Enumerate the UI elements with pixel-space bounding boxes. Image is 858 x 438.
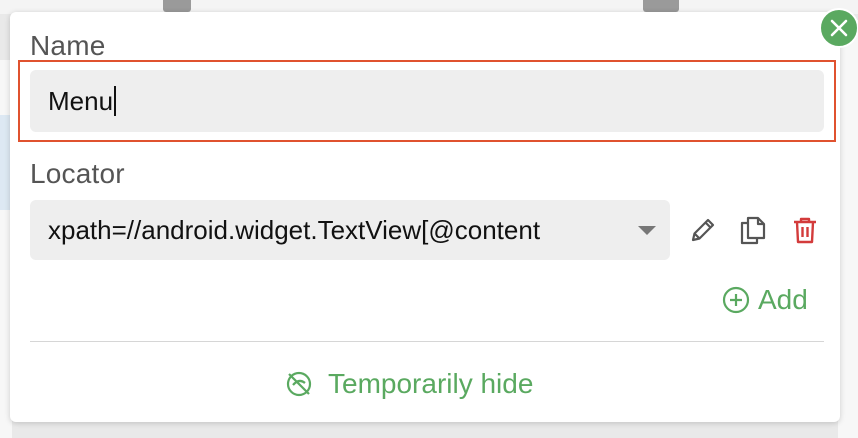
add-locator-button[interactable]: Add [722,282,808,318]
copy-icon [740,216,766,245]
delete-locator-button[interactable] [790,214,820,246]
name-label: Name [30,30,106,61]
copy-locator-button[interactable] [738,214,768,246]
eye-off-icon [286,371,312,397]
divider [30,341,824,342]
locator-value: xpath=//android.widget.TextView[@content [48,214,541,245]
edit-locator-button[interactable] [688,214,718,246]
add-label: Add [758,284,808,315]
locator-select[interactable]: xpath=//android.widget.TextView[@content [30,200,670,260]
background-panel-right [838,20,858,438]
locator-edit-popup: Name Menu Locator xpath=//android.widget… [10,8,858,422]
close-button[interactable] [819,8,858,48]
name-input-value: Menu [48,85,114,116]
temporarily-hide-button[interactable]: Temporarily hide [284,364,533,404]
plus-circle-icon [722,286,750,314]
pencil-icon [691,218,715,242]
locator-label: Locator [30,158,125,189]
background-chip [643,0,679,12]
trash-icon [794,217,816,244]
temporarily-hide-label: Temporarily hide [328,368,534,399]
close-icon [830,19,848,37]
text-caret [114,86,117,116]
background-chip [163,0,191,12]
caret-down-icon [638,226,656,235]
name-input[interactable]: Menu [30,70,824,132]
